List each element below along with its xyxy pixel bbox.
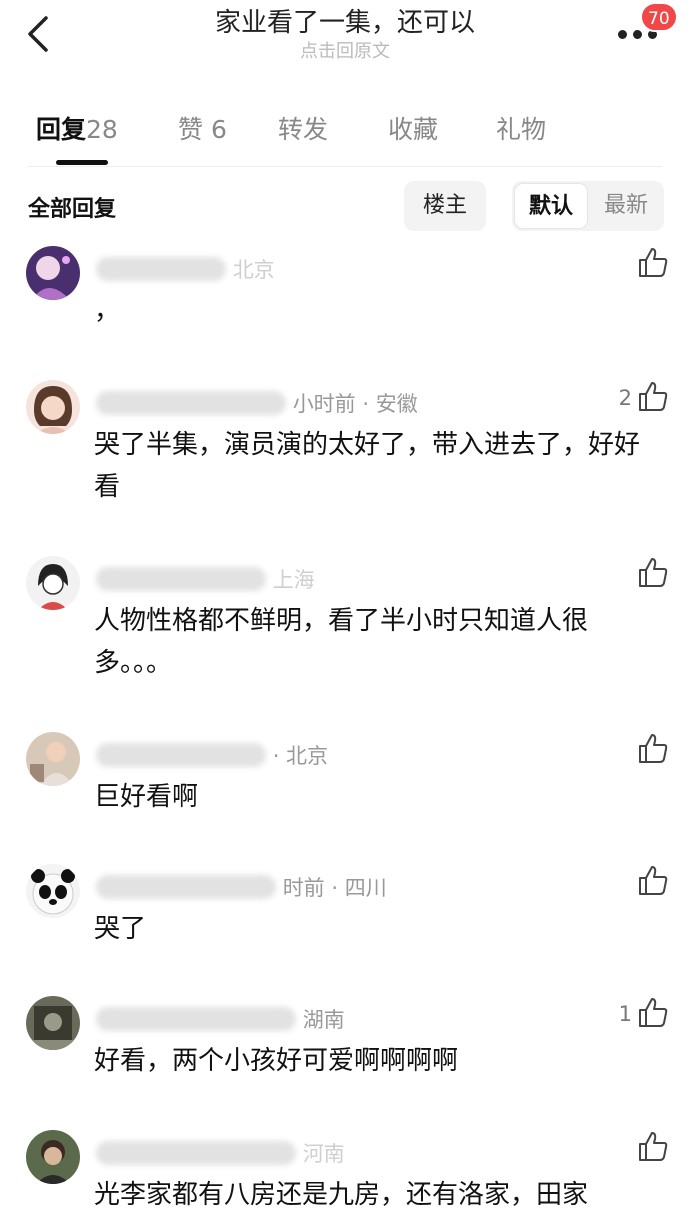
notification-badge: 70 (640, 2, 678, 32)
tabs-divider (28, 166, 662, 167)
like-button[interactable] (612, 1130, 668, 1170)
tab-label: 赞 (178, 115, 204, 144)
comment-text: 人物性格都不鲜明，看了半小时只知道人很多。。。 (94, 606, 589, 678)
tab-likes[interactable]: 赞 6 (178, 110, 227, 146)
like-button[interactable] (612, 864, 668, 904)
username-blurred[interactable] (96, 1141, 296, 1165)
comment-meta: 湖南 (96, 1004, 345, 1034)
tab-favorites[interactable]: 收藏 (388, 110, 438, 146)
original-poster-filter-button[interactable]: 楼主 (404, 181, 486, 231)
comment-text: 光李家都有八房还是九房，还有洛家，田家 (94, 1180, 589, 1210)
comment-meta: 河南 (96, 1138, 345, 1168)
sort-default-option[interactable]: 默认 (514, 183, 588, 229)
avatar[interactable] (26, 732, 80, 786)
tab-bar: 回复28 赞 6 转发 收藏 礼物 (0, 100, 690, 166)
comment-location: · 北京 (272, 744, 329, 768)
thumbs-up-icon (639, 734, 668, 763)
comment-text: ， (94, 296, 121, 326)
comment-time-location: 小时前 · 安徽 (292, 392, 418, 416)
comment-meta: 北京 (96, 254, 275, 284)
comment-meta: 小时前 · 安徽 (96, 388, 418, 418)
avatar[interactable] (26, 556, 80, 610)
thumbs-up-icon (639, 382, 668, 411)
comment-text: 哭了半集，演员演的太好了，带入进去了，好好看 (94, 430, 641, 502)
avatar[interactable] (26, 246, 80, 300)
comment-text: 哭了 (94, 914, 147, 944)
username-blurred[interactable] (96, 743, 266, 767)
like-button[interactable] (612, 246, 668, 286)
filter-bar: 全部回复 楼主 默认 最新 (0, 176, 690, 238)
like-button[interactable] (612, 732, 668, 772)
comment-text: 巨好看啊 (94, 782, 199, 812)
comment-text: 好看，两个小孩好可爱啊啊啊啊 (94, 1046, 459, 1076)
top-bar: 家业看了一集，还可以 点击回原文 70 (0, 0, 690, 80)
comment-meta: 上海 (96, 564, 315, 594)
page-title: 家业看了一集，还可以 (214, 8, 475, 38)
thumbs-up-icon (639, 558, 668, 587)
back-to-original-link[interactable]: 点击回原文 (0, 40, 690, 64)
thumbs-up-icon (639, 248, 668, 277)
tab-reposts[interactable]: 转发 (278, 110, 328, 146)
username-blurred[interactable] (96, 1007, 296, 1031)
comment-time-location: 时前 · 四川 (282, 876, 387, 900)
tab-count: 28 (86, 115, 118, 144)
like-button[interactable] (612, 556, 668, 596)
tab-label: 收藏 (388, 115, 439, 144)
more-dots-icon (618, 30, 627, 39)
tab-label: 转发 (278, 115, 329, 144)
all-replies-label: 全部回复 (28, 197, 117, 222)
username-blurred[interactable] (96, 567, 266, 591)
comment-meta: 时前 · 四川 (96, 872, 387, 902)
more-dots-icon-dot (633, 30, 642, 39)
tab-count: 6 (210, 115, 227, 144)
like-count: 1 (618, 1002, 632, 1026)
username-blurred[interactable] (96, 257, 226, 281)
username-blurred[interactable] (96, 875, 276, 899)
comment-location: 湖南 (302, 1008, 345, 1032)
username-blurred[interactable] (96, 391, 286, 415)
tab-label: 回复 (36, 115, 87, 144)
like-button[interactable]: 2 (612, 380, 668, 420)
avatar[interactable] (26, 864, 80, 918)
like-button[interactable]: 1 (612, 996, 668, 1036)
comment-location: 北京 (232, 258, 275, 282)
tab-gifts[interactable]: 礼物 (496, 110, 546, 146)
like-count: 2 (618, 386, 632, 410)
avatar[interactable] (26, 996, 80, 1050)
thumbs-up-icon (639, 998, 668, 1027)
comment-location: 河南 (302, 1142, 345, 1166)
title-block[interactable]: 家业看了一集，还可以 点击回原文 (0, 6, 690, 64)
avatar[interactable] (26, 1130, 80, 1184)
tab-replies[interactable]: 回复28 (36, 110, 118, 146)
comment-meta: · 北京 (96, 740, 328, 770)
sort-latest-option[interactable]: 最新 (590, 181, 662, 231)
tab-label: 礼物 (496, 115, 547, 144)
avatar[interactable] (26, 380, 80, 434)
sort-toggle: 默认 最新 (512, 181, 664, 231)
thumbs-up-icon (639, 866, 668, 895)
comment-location: 上海 (272, 568, 315, 592)
thumbs-up-icon (639, 1132, 668, 1161)
active-tab-indicator (56, 160, 108, 165)
